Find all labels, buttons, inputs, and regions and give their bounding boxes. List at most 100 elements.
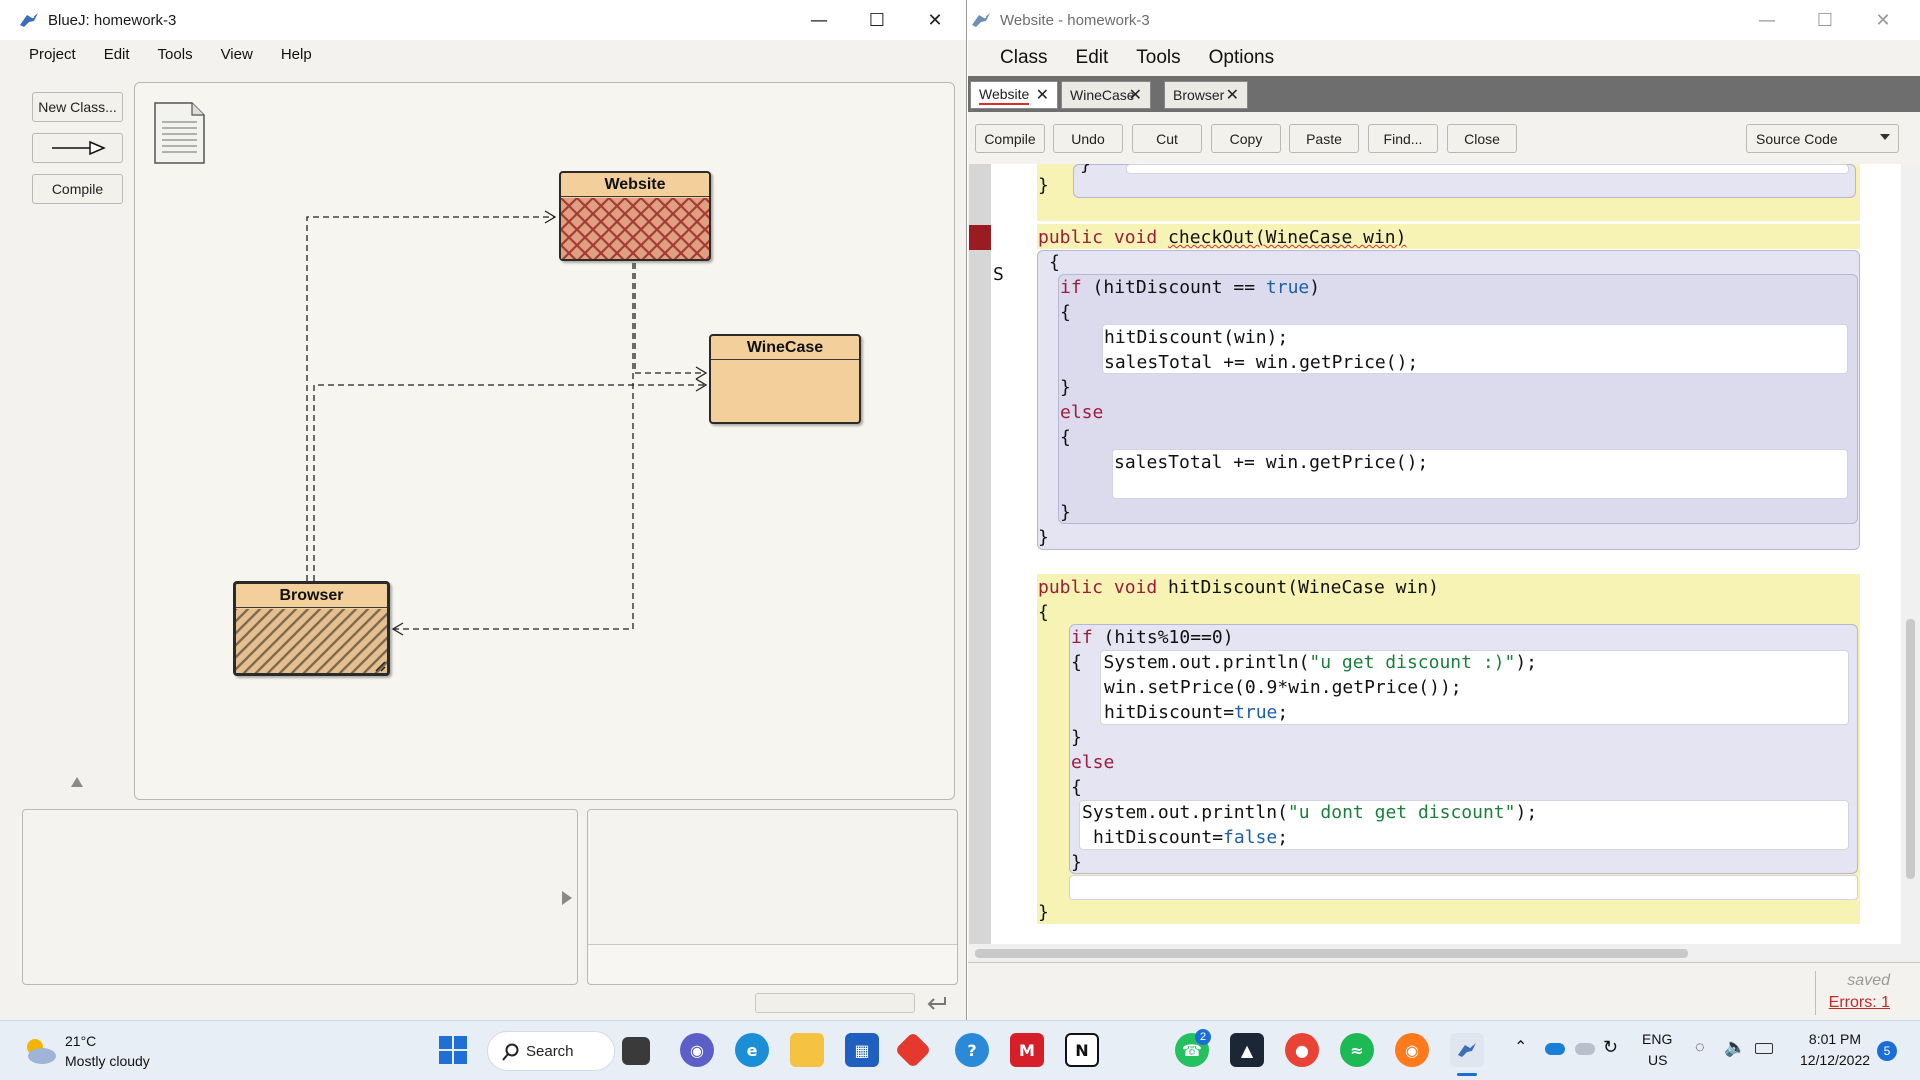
menu-edit[interactable]: Edit — [1062, 47, 1123, 69]
tab-winecase[interactable]: WineCase ✕ — [1061, 81, 1151, 109]
onedrive-icon[interactable] — [1545, 1043, 1565, 1055]
code-line: win.setPrice(0.9*win.getPrice()); — [1104, 677, 1462, 698]
code-line: { — [1060, 302, 1071, 323]
spotify-icon[interactable]: ≈ — [1340, 1033, 1374, 1067]
menu-help[interactable]: Help — [267, 46, 326, 63]
code-editor[interactable]: S } } public void checkOut(WineCase win)… — [969, 164, 1901, 944]
bluej-menubar: Project Edit Tools View Help — [0, 40, 966, 68]
editor-close-button[interactable]: ✕ — [1854, 0, 1912, 40]
terminal-field[interactable] — [755, 993, 915, 1013]
errors-link[interactable]: Errors: 1 — [1829, 994, 1890, 1012]
mcafee-icon[interactable]: M — [1010, 1033, 1044, 1067]
volume-icon[interactable]: 🔈 — [1724, 1037, 1746, 1058]
menu-edit[interactable]: Edit — [90, 46, 144, 63]
class-winecase[interactable]: WineCase — [709, 334, 861, 424]
app-red-diamond-icon[interactable] — [894, 1031, 932, 1069]
collapse-up-icon[interactable] — [70, 776, 84, 788]
class-website[interactable]: Website — [559, 171, 711, 261]
view-mode-dropdown[interactable]: Source Code — [1746, 124, 1899, 153]
code-line: { — [1049, 252, 1060, 273]
region-indicator[interactable]: US — [1648, 1052, 1667, 1068]
tab-browser[interactable]: Browser ✕ — [1164, 81, 1248, 109]
editor-minimize-button[interactable]: — — [1738, 0, 1796, 40]
search-label: Search — [526, 1042, 574, 1060]
weather-description[interactable]: Mostly cloudy — [65, 1053, 150, 1069]
object-bench[interactable] — [22, 809, 578, 985]
new-inherits-arrow-button[interactable] — [32, 133, 123, 163]
class-browser[interactable]: Browser — [233, 581, 390, 676]
code-line: System.out.println("u dont get discount"… — [1082, 800, 1537, 825]
notion-icon[interactable]: N — [1065, 1033, 1099, 1067]
tab-website[interactable]: Website ✕ — [970, 81, 1058, 109]
code-line: } — [1038, 902, 1049, 923]
close-icon[interactable]: ✕ — [1129, 85, 1142, 104]
battery-icon[interactable] — [1755, 1043, 1773, 1054]
wrap-return-icon[interactable] — [925, 994, 947, 1012]
language-indicator[interactable]: ENG — [1642, 1031, 1672, 1047]
notification-badge[interactable]: 5 — [1877, 1041, 1897, 1061]
find-button[interactable]: Find... — [1368, 124, 1438, 153]
menu-tools[interactable]: Tools — [144, 46, 207, 63]
weather-cloud-icon[interactable] — [22, 1035, 58, 1067]
status-divider — [1815, 971, 1816, 1015]
paste-button[interactable]: Paste — [1289, 124, 1359, 153]
code-line: else — [1071, 752, 1115, 773]
menu-view[interactable]: View — [207, 46, 267, 63]
code-keyword: if — [1060, 277, 1093, 298]
menu-class[interactable]: Class — [986, 47, 1062, 69]
close-editor-button[interactable]: Close — [1447, 124, 1517, 153]
minimize-button[interactable]: — — [790, 0, 848, 40]
code-line: hitDiscount(win); — [1104, 327, 1289, 348]
taskbar-search[interactable]: Search — [487, 1031, 615, 1071]
menu-options[interactable]: Options — [1195, 47, 1288, 69]
code-line: } — [1060, 377, 1071, 398]
menu-project[interactable]: Project — [15, 46, 90, 63]
scroll-thumb[interactable] — [975, 949, 1688, 958]
code-line: } — [1038, 175, 1049, 196]
copy-button[interactable]: Copy — [1211, 124, 1281, 153]
clock-date[interactable]: 12/12/2022 — [1795, 1052, 1875, 1068]
tab-winecase-label: WineCase — [1070, 87, 1135, 103]
task-view-icon[interactable] — [622, 1037, 650, 1065]
breakpoint-gutter[interactable] — [969, 164, 991, 944]
help-icon[interactable]: ? — [955, 1033, 989, 1067]
close-icon[interactable]: ✕ — [1226, 85, 1239, 104]
chrome-icon[interactable]: ● — [1285, 1033, 1319, 1067]
wifi-icon[interactable]: ◌ — [1695, 1039, 1705, 1057]
edge-browser-icon[interactable]: e — [735, 1033, 769, 1067]
cloud-icon[interactable] — [1575, 1043, 1595, 1055]
bluej-taskbar-icon[interactable] — [1450, 1033, 1484, 1067]
scroll-thumb[interactable] — [1906, 619, 1915, 879]
cut-button[interactable]: Cut — [1132, 124, 1202, 153]
codepad-panel[interactable] — [587, 809, 958, 985]
windows-start-icon[interactable] — [436, 1033, 470, 1067]
maximize-button[interactable]: ☐ — [848, 0, 906, 40]
game-app-icon[interactable]: ▲ — [1230, 1033, 1264, 1067]
file-explorer-icon[interactable] — [790, 1033, 824, 1067]
clock-time[interactable]: 8:01 PM — [1800, 1031, 1870, 1047]
editor-compile-button[interactable]: Compile — [975, 124, 1045, 153]
compile-button[interactable]: Compile — [32, 174, 123, 204]
class-diagram-canvas[interactable]: Website WineCase Browser — [134, 82, 955, 800]
expand-right-icon[interactable] — [561, 890, 573, 906]
error-marker — [969, 225, 991, 250]
codepad-input[interactable] — [588, 944, 957, 984]
firefox-icon[interactable]: ◉ — [1395, 1033, 1429, 1067]
close-button[interactable]: ✕ — [906, 0, 964, 40]
code-text: (hits%10==0) — [1103, 627, 1234, 648]
editor-maximize-button[interactable]: ☐ — [1796, 0, 1854, 40]
vertical-scrollbar[interactable] — [1901, 164, 1920, 944]
horizontal-scrollbar[interactable] — [969, 944, 1920, 962]
microsoft-store-icon[interactable]: ▦ — [845, 1033, 879, 1067]
new-class-button[interactable]: New Class... — [32, 92, 123, 122]
weather-temperature[interactable]: 21°C — [65, 1033, 96, 1049]
chevron-up-icon[interactable]: ⌃ — [1514, 1037, 1527, 1057]
readme-document-icon[interactable] — [152, 100, 208, 166]
teams-chat-icon[interactable]: ◉ — [680, 1033, 714, 1067]
search-icon — [502, 1043, 519, 1061]
editor-window-title: Website - homework-3 — [1000, 11, 1150, 29]
close-icon[interactable]: ✕ — [1036, 85, 1049, 104]
sync-icon[interactable]: ↻ — [1603, 1037, 1618, 1058]
menu-tools[interactable]: Tools — [1122, 47, 1194, 69]
undo-button[interactable]: Undo — [1053, 124, 1123, 153]
